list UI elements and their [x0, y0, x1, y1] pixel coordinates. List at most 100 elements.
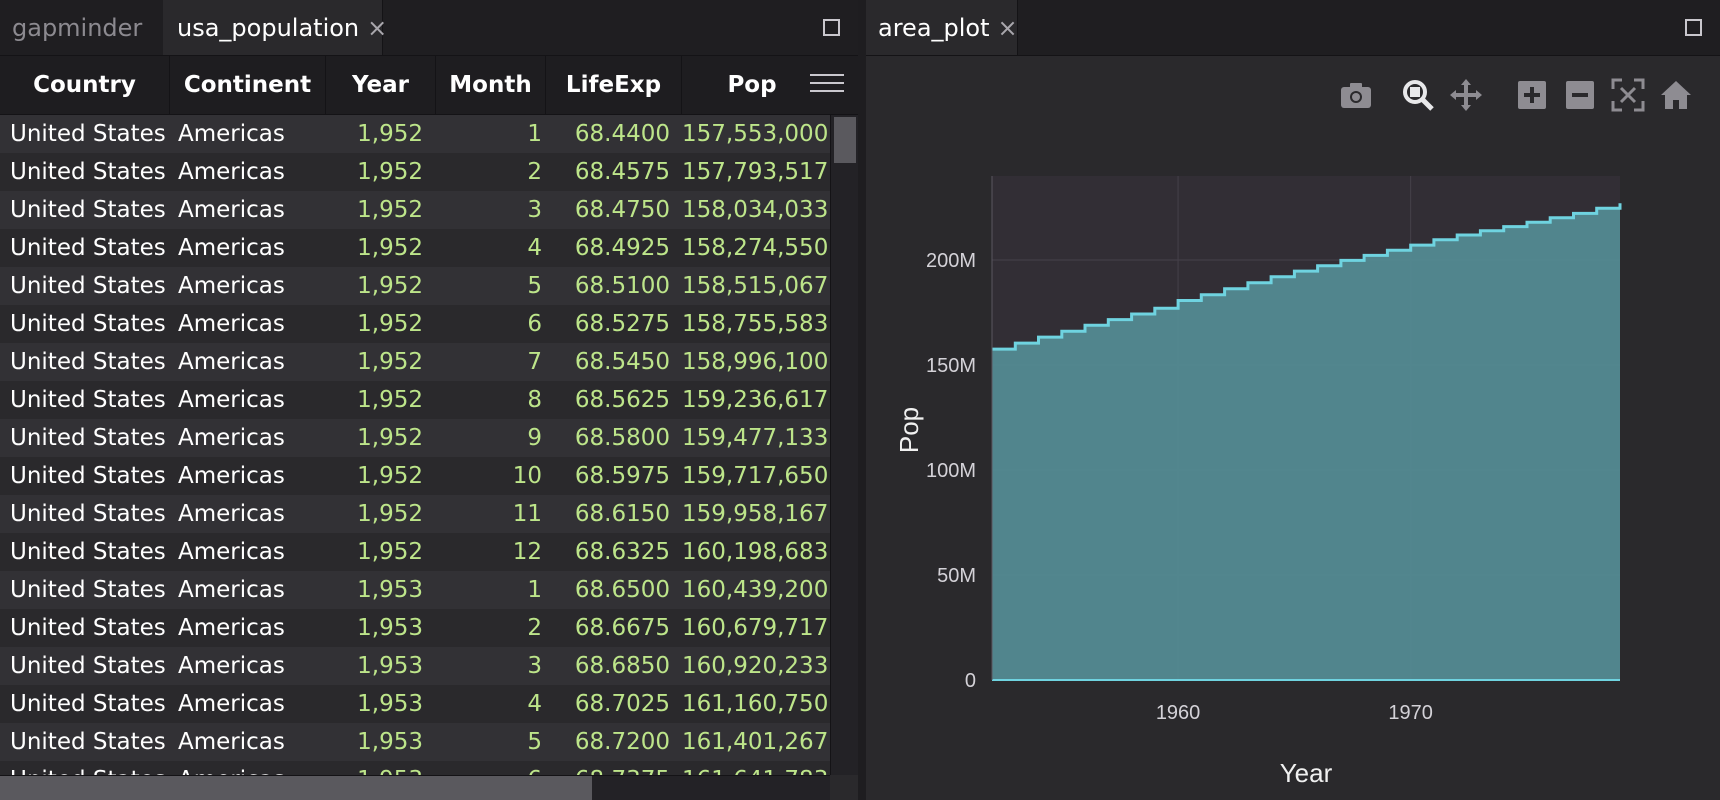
close-icon[interactable]: × — [367, 14, 387, 42]
plot-panel: area_plot × 0 50M 100M 150M 200M 1960 1970 Year… — [866, 0, 1720, 800]
tab-gapminder[interactable]: gapminder — [0, 0, 155, 55]
column-header-pop[interactable]: Pop — [682, 56, 822, 114]
table-row[interactable]: United States Americas 1,953 3 68.6850 160,92… — [0, 647, 830, 685]
cell-lifeexp: 68.6150 — [574, 501, 670, 527]
cell-lifeexp: 68.5625 — [574, 387, 670, 413]
cell-year: 1,952 — [357, 501, 423, 527]
cell-country: United States — [10, 311, 166, 337]
table-row[interactable]: United States Americas 1,952 12 68.6325 160,1… — [0, 533, 830, 571]
cell-country: United States — [10, 761, 170, 775]
maximize-icon[interactable] — [1685, 19, 1702, 36]
cell-country: United States — [10, 121, 166, 147]
column-header-continent[interactable]: Continent — [170, 56, 326, 114]
cell-pop: 157,793,517 — [682, 159, 829, 185]
cell-pop: 160,439,200 — [682, 577, 829, 603]
cell-pop: 158,755,583 — [682, 311, 829, 337]
table-row[interactable]: United States Americas 1,952 2 68.4575 157,79… — [0, 153, 830, 191]
cell-month: 5 — [527, 729, 542, 755]
cell-country: United States — [10, 197, 166, 223]
cell-year: 1,952 — [357, 121, 423, 147]
cell-country: United States — [10, 425, 166, 451]
table-row[interactable]: United States Americas 1,952 9 68.5800 159,47… — [0, 419, 830, 457]
cell-continent: Americas — [178, 387, 285, 413]
cell-pop: 158,515,067 — [682, 273, 829, 299]
cell-continent: Americas — [178, 273, 285, 299]
tab-area-plot[interactable]: area_plot × — [866, 0, 1018, 55]
horizontal-scrollbar[interactable] — [0, 775, 830, 800]
table-row[interactable]: United States Americas 1,952 5 68.5100 158,51… — [0, 267, 830, 305]
x-axis-title: Year — [1280, 758, 1333, 788]
table-row[interactable]: United States Americas 1,953 1 68.6500 160,43… — [0, 571, 830, 609]
cell-continent: Americas — [178, 235, 285, 261]
cell-lifeexp: 68.6675 — [574, 615, 670, 641]
column-header-lifeexp[interactable]: LifeExp — [546, 56, 682, 114]
table-row[interactable]: United States Americas 1,952 11 68.6150 159,9… — [0, 495, 830, 533]
close-icon[interactable]: × — [998, 14, 1018, 42]
x-tick-label: 1970 — [1388, 702, 1433, 724]
cell-pop: 160,198,683 — [682, 539, 829, 565]
y-tick-label: 150M — [926, 355, 976, 377]
table-row[interactable]: United States Americas 1,952 8 68.5625 159,23… — [0, 381, 830, 419]
table-row[interactable]: United States Americas 1,953 4 68.7025 161,16… — [0, 685, 830, 723]
cell-month: 1 — [527, 121, 542, 147]
cell-pop: 159,236,617 — [682, 387, 829, 413]
cell-continent: Americas — [178, 729, 285, 755]
cell-pop: 158,274,550 — [682, 235, 829, 261]
cell-country: United States — [10, 691, 166, 717]
cell-month: 6 — [527, 311, 542, 337]
column-header-country[interactable]: Country — [0, 56, 170, 114]
table-row[interactable]: United States Americas 1,952 4 68.4925 158,27… — [0, 229, 830, 267]
cell-lifeexp: 68.5800 — [574, 425, 670, 451]
cell-lifeexp: 68.7025 — [574, 691, 670, 717]
panel-splitter[interactable] — [858, 0, 866, 800]
table-row[interactable]: United States Americas 1,952 3 68.4750 158,03… — [0, 191, 830, 229]
cell-lifeexp: 68.4575 — [574, 159, 670, 185]
y-axis-title: Pop — [894, 407, 924, 453]
column-header-month[interactable]: Month — [436, 56, 546, 114]
cell-country: United States — [10, 463, 166, 489]
cell-lifeexp: 68.5275 — [574, 311, 670, 337]
cell-continent: Americas — [178, 577, 285, 603]
cell-continent: Americas — [178, 463, 285, 489]
cell-pop: 159,958,167 — [682, 501, 829, 527]
cell-year: 1,952 — [357, 425, 423, 451]
cell-year: 1,952 — [357, 159, 423, 185]
tab-label: area_plot — [878, 13, 990, 42]
cell-country: United States — [10, 615, 166, 641]
cell-continent: Americas — [178, 349, 285, 375]
menu-icon[interactable] — [810, 74, 844, 98]
cell-pop: 161,401,267 — [682, 729, 829, 755]
cell-pop: 158,034,033 — [682, 197, 829, 223]
cell-country: United States — [10, 539, 166, 565]
table-row[interactable]: United States Americas 1,953 5 68.7200 161,40… — [0, 723, 830, 761]
cell-country: United States — [10, 159, 166, 185]
cell-continent: Americas — [178, 121, 285, 147]
tab-usa-population[interactable]: usa_population × — [163, 0, 387, 55]
scrollbar-thumb[interactable] — [834, 117, 856, 163]
cell-country: United States — [10, 349, 166, 375]
column-header-year[interactable]: Year — [326, 56, 436, 114]
cell-year: 1,953 — [357, 653, 423, 679]
cell-month: 9 — [527, 425, 542, 451]
table-row[interactable]: United States Americas 1,953 2 68.6675 160,67… — [0, 609, 830, 647]
cell-month: 5 — [527, 273, 542, 299]
cell-pop: 160,679,717 — [682, 615, 829, 641]
cell-month: 6 — [436, 761, 542, 775]
x-tick-label: 1960 — [1156, 702, 1201, 724]
table-row[interactable]: United States Americas 1,952 10 68.5975 159,7… — [0, 457, 830, 495]
cell-year: 1,953 — [357, 691, 423, 717]
maximize-icon[interactable] — [823, 19, 840, 36]
cell-year: 1,953 — [357, 729, 423, 755]
cell-country: United States — [10, 577, 166, 603]
cell-lifeexp: 68.7375 — [546, 761, 670, 775]
cell-year: 1,952 — [357, 197, 423, 223]
area-chart: 0 50M 100M 150M 200M 1960 1970 Year Pop — [894, 176, 1622, 788]
vertical-scrollbar[interactable] — [830, 115, 858, 775]
table-row[interactable]: United States Americas 1,952 1 68.4400 157,55… — [0, 115, 830, 153]
scrollbar-thumb[interactable] — [0, 776, 592, 800]
tab-label: gapminder — [12, 13, 143, 42]
table-row[interactable]: United States Americas 1,952 7 68.5450 158,99… — [0, 343, 830, 381]
cell-lifeexp: 68.5100 — [574, 273, 670, 299]
table-row[interactable]: United States Americas 1,952 6 68.5275 158,75… — [0, 305, 830, 343]
table-row[interactable]: United States Americas1,953 6 68.7375 161,64… — [0, 761, 830, 775]
